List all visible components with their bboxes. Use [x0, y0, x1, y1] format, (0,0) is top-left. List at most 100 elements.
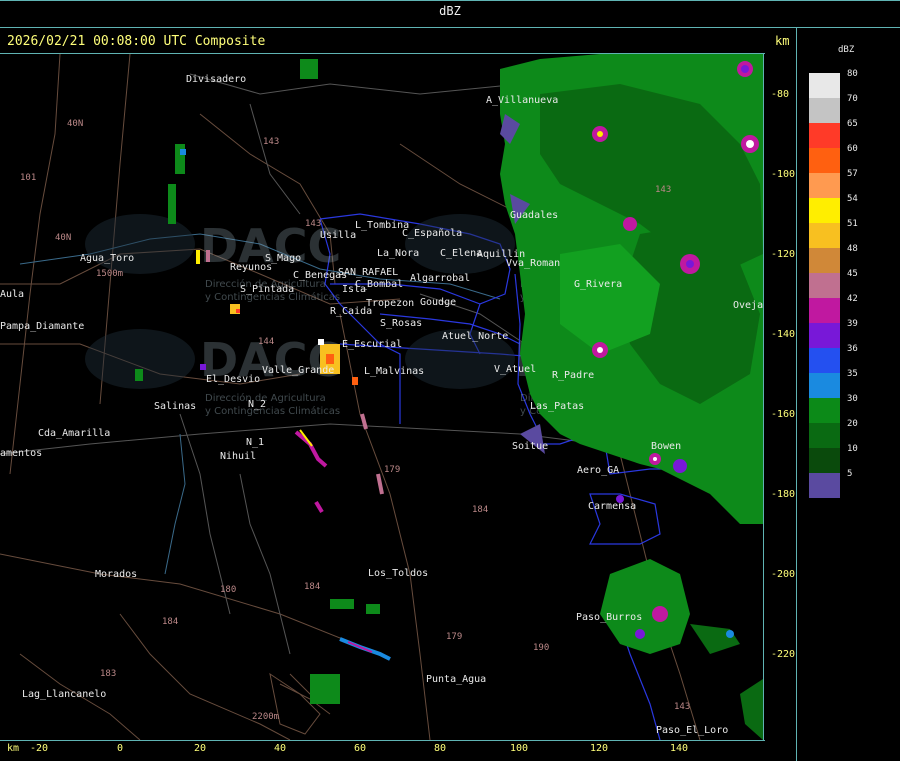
road-label: 143 [674, 702, 690, 712]
echo-pixel [135, 369, 143, 381]
legend-swatch [809, 223, 840, 248]
y-tick-label: -180 [771, 489, 796, 500]
y-tick-label: -160 [771, 409, 796, 420]
place-label: S_Mago [265, 253, 301, 264]
place-label: Agua_Toro [80, 253, 134, 264]
legend-swatch [809, 73, 840, 98]
place-label: Vva_Roman [506, 258, 560, 269]
x-tick-label: 60 [354, 743, 367, 754]
place-label: amentos [0, 448, 42, 459]
echo-band [347, 641, 373, 653]
place-label: Nihuil [220, 451, 256, 462]
echo-pixel [318, 339, 324, 345]
x-tick-label: 40 [274, 743, 287, 754]
echo-pixel [196, 250, 200, 264]
place-label: Los_Toldos [368, 568, 428, 579]
echo-band [360, 413, 368, 430]
echo-pixel [168, 184, 176, 224]
legend-label: 54 [847, 194, 858, 204]
place-label: Valle_Grande [262, 365, 334, 376]
place-label: Ovejas [733, 300, 763, 311]
place-label: R_Caida [330, 306, 372, 317]
road-label: 40N [55, 233, 71, 243]
legend-label: 60 [847, 144, 858, 154]
legend-swatch [809, 123, 840, 148]
echo-band [314, 500, 324, 514]
place-label: El_Desvio [206, 374, 260, 385]
km-unit-label-top: km [775, 34, 790, 48]
place-label: E_Escurial [342, 339, 402, 350]
place-label: Salinas [154, 401, 196, 412]
road-label: 183 [100, 669, 116, 679]
km-unit-label-bottom: km [7, 743, 20, 754]
place-label: Pampa_Diamante [0, 321, 84, 332]
place-label: Usilla [320, 230, 356, 241]
map-subtitle: 2026/02/21 00:08:00 UTC Composite [7, 34, 266, 49]
y-tick-label: -120 [771, 249, 796, 260]
place-label: Lag_Llancanelo [22, 689, 106, 700]
echo-band [376, 473, 384, 495]
x-tick-label: 20 [194, 743, 207, 754]
place-label: A_Villanueva [486, 95, 558, 106]
road-label: 179 [446, 632, 462, 642]
frame-map-right-edge [763, 53, 764, 741]
place-label: C_Española [402, 228, 462, 239]
place-label: N_1 [246, 437, 264, 448]
road-line [9, 54, 61, 475]
echo-pixel [352, 377, 358, 385]
road-label: 184 [304, 582, 320, 592]
echo-pixel [330, 599, 354, 609]
legend-label: 39 [847, 319, 858, 329]
legend-swatch [809, 423, 840, 448]
legend-label: 10 [847, 444, 858, 454]
legend-swatch [809, 448, 840, 473]
radar-map[interactable]: DACC DACC DACC DACC Dirección de Agricul… [0, 54, 763, 740]
place-label: Soitue [512, 441, 548, 452]
place-label: G_Rivera [574, 279, 622, 290]
legend-label: 20 [847, 419, 858, 429]
echo-core [652, 606, 668, 622]
echo-pixel [180, 149, 186, 155]
legend-label: 51 [847, 219, 858, 229]
legend-swatch [809, 198, 840, 223]
legend-swatch [809, 98, 840, 123]
place-label: Carmensa [588, 501, 636, 512]
place-label: N_2 [248, 399, 266, 410]
echo-area-south2 [690, 624, 740, 654]
place-label: Goudge [420, 297, 456, 308]
echo-pixel [366, 604, 380, 614]
place-label: Algarrobal [410, 273, 470, 284]
road-label: 184 [472, 505, 488, 515]
road-label: 179 [384, 465, 400, 475]
echo-pixel [300, 59, 318, 79]
road-line [0, 553, 381, 655]
echo-pixel [310, 674, 340, 704]
echo-core [623, 217, 637, 231]
legend-label: 5 [847, 469, 853, 479]
road-label: 190 [533, 643, 549, 653]
place-label: Punta_Agua [426, 674, 486, 685]
watermark-line2-3: y Contingencias Climáticas [205, 405, 340, 417]
x-tick-label: 0 [117, 743, 124, 754]
road-label: 180 [220, 585, 236, 595]
legend-label: 30 [847, 394, 858, 404]
legend-label: 80 [847, 69, 858, 79]
x-tick-label: -20 [30, 743, 49, 754]
road-label: 2200m [252, 712, 279, 722]
place-label: Paso_Burros [576, 612, 642, 623]
legend-swatch [809, 373, 840, 398]
legend-label: 45 [847, 269, 858, 279]
road-label: 143 [305, 219, 321, 229]
echo-core [726, 630, 734, 638]
secondary-road [239, 473, 291, 655]
legend-label: 36 [847, 344, 858, 354]
place-label: Aero_GA [577, 465, 619, 476]
x-tick-label: 100 [510, 743, 529, 754]
place-label: R_Padre [552, 370, 594, 381]
frame-title-divider [0, 27, 900, 28]
echo-pixel [326, 354, 334, 364]
road-label: 184 [162, 617, 178, 627]
echo-pixel [175, 144, 185, 174]
legend-swatch [809, 323, 840, 348]
place-label: Las_Patas [530, 401, 584, 412]
